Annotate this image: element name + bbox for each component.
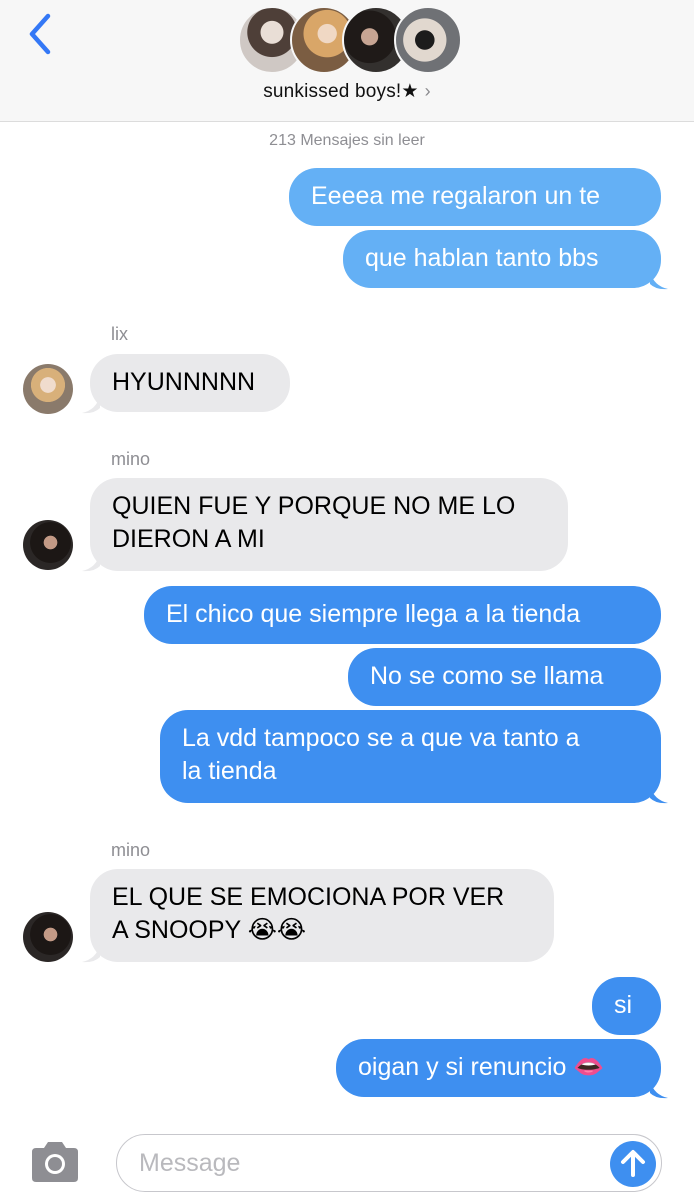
outgoing-message[interactable]: El chico que siempre llega a la tienda [144, 586, 661, 644]
outgoing-message[interactable]: que hablan tanto bbs [343, 230, 661, 288]
group-name: sunkissed boys!★ [263, 81, 419, 102]
message-text-line: la tienda [182, 757, 277, 785]
send-button[interactable] [610, 1141, 656, 1187]
chevron-left-icon [29, 13, 51, 55]
message-text: Eeeea me regalaron un te [311, 182, 601, 210]
outgoing-message[interactable]: No se como se llama [348, 648, 661, 706]
message-text-line: DIERON A MI [112, 525, 265, 553]
outgoing-message[interactable]: oigan y si renuncio 👄 [336, 1039, 661, 1097]
camera-icon [32, 1142, 78, 1182]
bubble-tail [650, 1081, 668, 1099]
bubble-tail [82, 945, 100, 963]
sender-name: lix [111, 324, 128, 344]
sender-name: mino [111, 840, 151, 860]
message-text-line: EL QUE SE EMOCIONA POR VER [112, 883, 505, 911]
bubble-tail [650, 272, 668, 290]
message-text: No se como se llama [370, 662, 604, 690]
avatar[interactable] [23, 364, 73, 414]
bubble-tail [82, 396, 100, 414]
avatar[interactable] [23, 520, 73, 570]
incoming-message[interactable]: EL QUE SE EMOCIONA POR VER A SNOOPY 😭😭 [90, 869, 554, 962]
message-text: si [614, 991, 633, 1019]
avatar[interactable] [23, 912, 73, 962]
message-text: HYUNNNNN [112, 368, 256, 396]
outgoing-message[interactable]: La vdd tampoco se a que va tanto a la ti… [160, 710, 661, 803]
camera-button[interactable] [28, 1140, 82, 1184]
chevron-right-icon: › [424, 81, 431, 101]
bubble-tail [650, 786, 668, 804]
group-avatar [394, 6, 462, 74]
outgoing-message[interactable]: Eeeea me regalaron un te [289, 168, 661, 226]
message-input[interactable]: Message [116, 1134, 662, 1192]
message-text-line: QUIEN FUE Y PORQUE NO ME LO [112, 492, 516, 520]
group-title[interactable]: sunkissed boys!★ › [0, 80, 694, 103]
message-input-placeholder: Message [139, 1149, 241, 1177]
bubble-tail [82, 554, 100, 572]
unread-count: 213 Mensajes sin leer [269, 132, 425, 149]
conversation-header: sunkissed boys!★ › [0, 0, 694, 122]
incoming-message[interactable]: HYUNNNNN [90, 354, 290, 412]
outgoing-message[interactable]: si [592, 977, 661, 1035]
back-button[interactable] [22, 10, 62, 58]
send-arrow-icon [621, 1150, 645, 1177]
message-text: que hablan tanto bbs [365, 244, 599, 272]
message-text: El chico que siempre llega a la tienda [166, 600, 581, 628]
incoming-message[interactable]: QUIEN FUE Y PORQUE NO ME LO DIERON A MI [90, 478, 568, 571]
message-text: oigan y si renuncio 👄 [358, 1053, 605, 1081]
sender-name: mino [111, 449, 151, 469]
message-text-line: A SNOOPY 😭😭 [112, 916, 307, 944]
group-avatars[interactable] [238, 6, 462, 76]
message-text-line: La vdd tampoco se a que va tanto a [182, 724, 580, 752]
